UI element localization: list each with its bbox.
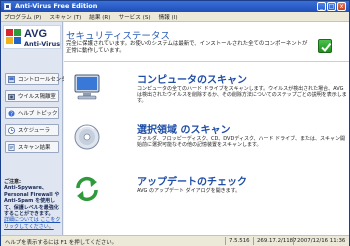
check-icon bbox=[318, 39, 332, 53]
computer-scan-description: コンピュータの全てのハード ドライブをスキャンします。ウイルスが検出された場合、… bbox=[137, 86, 347, 105]
statusbar-divider bbox=[253, 237, 254, 245]
maximize-button[interactable]: □ bbox=[327, 2, 336, 11]
statusbar-version: 7.5.516 bbox=[229, 238, 250, 244]
menu-results[interactable]: 結果 (R) bbox=[89, 13, 110, 21]
sidebar-item-label: スキャン結果 bbox=[18, 145, 51, 151]
status-bar: ヘルプを表示するには F1 を押してください。 7.5.516 269.17.2… bbox=[1, 235, 349, 246]
update-check-description: AVG のアップデート ダイアログを開きます。 bbox=[137, 188, 241, 194]
update-check-action[interactable]: アップデートのチェック AVG のアップデート ダイアログを開きます。 bbox=[64, 172, 349, 220]
security-status-text: 完全に保護されています。お使いのシステムは最新で、インストールされた全てのコンポ… bbox=[66, 41, 308, 54]
avg-logo-mark-icon bbox=[6, 29, 21, 44]
computer-scan-title[interactable]: コンピュータのスキャン bbox=[137, 71, 247, 86]
sidebar-item-help[interactable]: ? ヘルプ トピック bbox=[5, 107, 59, 119]
svg-text:?: ? bbox=[10, 111, 13, 117]
statusbar-database: 269.17.2/1187 bbox=[257, 238, 297, 244]
logo-subtitle: Anti-Virus bbox=[24, 40, 61, 48]
scan-results-icon bbox=[8, 143, 15, 151]
sidebar-item-virus-vault[interactable]: ウイルス隔離室 bbox=[5, 90, 59, 102]
sidebar-item-scheduler[interactable]: スケジューラ bbox=[5, 124, 59, 136]
statusbar-date: 2007/12/16 11:36 bbox=[297, 238, 346, 244]
update-check-title[interactable]: アップデートのチェック bbox=[137, 173, 247, 188]
computer-scan-icon bbox=[74, 74, 100, 100]
app-window: Anti-Virus Free Edition _ □ x プログラム (P) … bbox=[0, 0, 350, 246]
statusbar-divider bbox=[293, 237, 294, 245]
notice-link[interactable]: 詳細については ここをクリックしてください。 bbox=[4, 217, 61, 230]
avg-logo: AVG Anti-Virus bbox=[3, 25, 61, 49]
control-center-icon bbox=[8, 75, 15, 83]
update-icon bbox=[76, 176, 98, 202]
title-bar[interactable]: Anti-Virus Free Edition _ □ x bbox=[1, 1, 349, 12]
main-panel: セキュリティステータス 完全に保護されています。お使いのシステムは最新で、インス… bbox=[64, 22, 349, 235]
statusbar-divider bbox=[225, 237, 226, 245]
menu-info[interactable]: 情報 (I) bbox=[159, 13, 178, 21]
sidebar-item-label: ウイルス隔離室 bbox=[18, 94, 56, 100]
selected-area-scan-title[interactable]: 選択領域 のスキャン bbox=[137, 121, 230, 136]
sidebar-item-scan-results[interactable]: スキャン結果 bbox=[5, 141, 59, 153]
menu-program[interactable]: プログラム (P) bbox=[4, 13, 41, 21]
sidebar-item-label: スケジューラ bbox=[18, 128, 50, 134]
selected-area-scan-description: フォルダ、フロッピーディスク、CD、DVDディスク、ハード ドライブ、または、ス… bbox=[137, 136, 345, 149]
computer-scan-action[interactable]: コンピュータのスキャン コンピュータの全てのハード ドライブをスキャンします。ウ… bbox=[64, 70, 349, 118]
scheduler-icon bbox=[8, 126, 15, 134]
app-icon bbox=[4, 3, 11, 10]
notice-body: Anti-Spyware、Personal Firewall や Anti-Sp… bbox=[4, 185, 60, 218]
logo-name: AVG bbox=[24, 28, 48, 40]
selected-area-scan-icon bbox=[74, 124, 100, 150]
minimize-button[interactable]: _ bbox=[317, 2, 326, 11]
sidebar: AVG Anti-Virus コントロールセンター ウイルス隔離室 ? ヘルプ … bbox=[1, 22, 72, 235]
security-status-title: セキュリティステータス bbox=[66, 31, 170, 42]
menu-bar: プログラム (P) スキャン (T) 結果 (R) サービス (S) 情報 (I… bbox=[1, 12, 349, 22]
menu-services[interactable]: サービス (S) bbox=[118, 13, 150, 21]
sidebar-item-control-center[interactable]: コントロールセンター bbox=[5, 73, 72, 85]
status-divider bbox=[64, 61, 349, 62]
help-icon: ? bbox=[8, 109, 15, 117]
window-title: Anti-Virus Free Edition bbox=[15, 2, 98, 10]
close-button[interactable]: x bbox=[337, 2, 346, 11]
sidebar-item-label: ヘルプ トピック bbox=[18, 111, 58, 117]
virus-vault-icon bbox=[8, 93, 15, 100]
selected-area-scan-action[interactable]: 選択領域 のスキャン フォルダ、フロッピーディスク、CD、DVDディスク、ハード… bbox=[64, 120, 349, 168]
menu-scan[interactable]: スキャン (T) bbox=[49, 13, 81, 21]
statusbar-help-text: ヘルプを表示するには F1 を押してください。 bbox=[5, 240, 118, 246]
notice-panel: ご注意: Anti-Spyware、Personal Firewall や An… bbox=[4, 179, 61, 230]
